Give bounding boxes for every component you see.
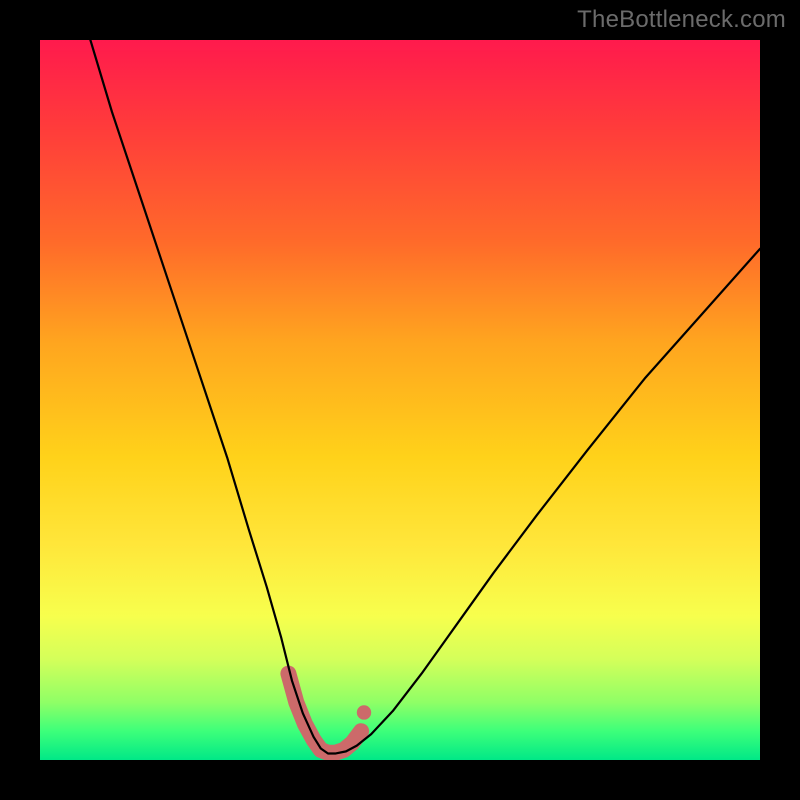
watermark-text: TheBottleneck.com bbox=[577, 6, 786, 34]
chart-frame: TheBottleneck.com bbox=[0, 0, 800, 800]
bottleneck-curve-path bbox=[90, 40, 760, 754]
chart-svg bbox=[40, 40, 760, 760]
plot-area bbox=[40, 40, 760, 760]
marker-band-path bbox=[288, 674, 361, 753]
marker-outlier-dot bbox=[357, 705, 371, 719]
